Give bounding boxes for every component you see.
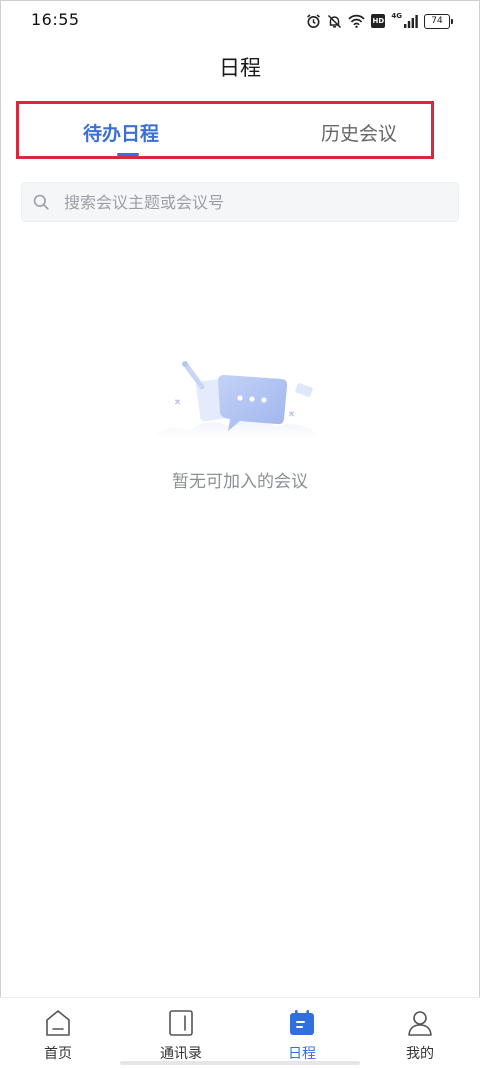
nav-item-me[interactable]: 我的 bbox=[380, 1008, 460, 1063]
nav-item-contacts[interactable]: 通讯录 bbox=[141, 1008, 221, 1063]
hd-badge: HD bbox=[371, 14, 386, 28]
wifi-icon bbox=[348, 14, 366, 28]
search-icon bbox=[32, 193, 50, 211]
status-bar: 16:55 HD 4G 74 bbox=[0, 0, 480, 40]
search-input[interactable] bbox=[62, 191, 426, 213]
nav-item-home[interactable]: 首页 bbox=[18, 1008, 98, 1063]
nav-label-contacts: 通讯录 bbox=[160, 1046, 202, 1062]
search-bar[interactable] bbox=[21, 182, 459, 222]
tab-history-meetings[interactable]: 历史会议 bbox=[321, 119, 397, 146]
tab-upcoming-schedule[interactable]: 待办日程 bbox=[83, 119, 159, 146]
empty-state-message: 暂无可加入的会议 bbox=[172, 472, 308, 492]
alarm-icon bbox=[306, 13, 321, 29]
tab-bar: 待办日程 历史会议 bbox=[16, 101, 434, 159]
battery-icon: 74 bbox=[424, 13, 453, 29]
active-tab-indicator bbox=[117, 153, 139, 156]
empty-meeting-illustration bbox=[150, 355, 326, 447]
page-title: 日程 bbox=[219, 56, 261, 80]
status-time: 16:55 bbox=[31, 10, 80, 29]
profile-icon bbox=[380, 1008, 460, 1038]
network-type: 4G bbox=[391, 12, 402, 20]
bottom-nav: 首页 通讯录 日程 我的 bbox=[0, 997, 480, 1068]
contacts-book-icon bbox=[141, 1008, 221, 1038]
screen-frame bbox=[0, 0, 480, 1067]
mute-bell-icon bbox=[327, 14, 342, 29]
home-indicator bbox=[120, 1061, 360, 1065]
signal-icon bbox=[404, 14, 418, 28]
nav-label-me: 我的 bbox=[406, 1046, 434, 1062]
home-icon bbox=[18, 1008, 98, 1038]
nav-item-schedule[interactable]: 日程 bbox=[262, 1008, 342, 1063]
nav-label-home: 首页 bbox=[44, 1046, 72, 1062]
status-icons: HD 4G 74 bbox=[306, 11, 453, 31]
calendar-icon bbox=[262, 1008, 342, 1038]
nav-label-schedule: 日程 bbox=[288, 1046, 316, 1062]
